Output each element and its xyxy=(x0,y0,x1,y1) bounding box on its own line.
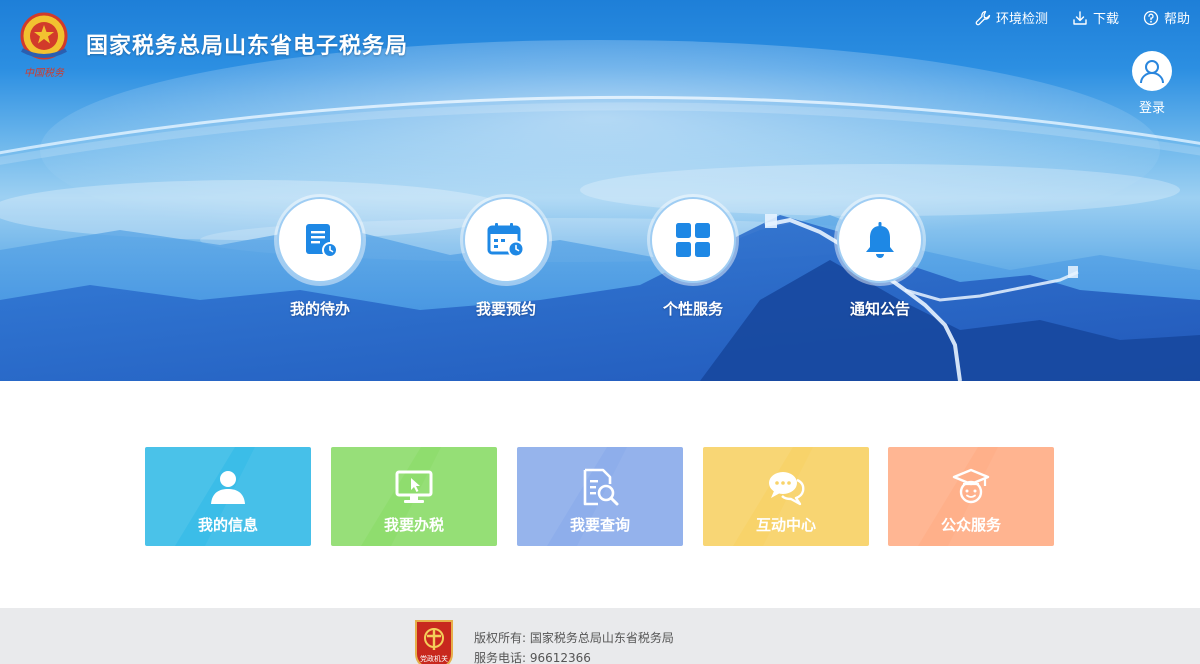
hero-nav-circle xyxy=(277,197,363,283)
help-label: 帮助 xyxy=(1163,12,1190,27)
calendar-clock-icon xyxy=(487,223,525,258)
help-icon xyxy=(1143,10,1159,25)
graduate-icon xyxy=(952,468,990,504)
login-button[interactable]: 登录 xyxy=(1131,51,1173,116)
card-label: 公众服务 xyxy=(940,516,1001,534)
document-search-icon xyxy=(583,468,619,506)
user-icon xyxy=(211,471,245,504)
bell-icon xyxy=(866,222,894,258)
hero-banner: 中国税务 国家税务总局山东省电子税务局 环境检测 下载 帮助 登录 我的待办 我… xyxy=(0,0,1200,381)
site-title: 国家税务总局山东省电子税务局 xyxy=(86,34,409,59)
card-label: 我要查询 xyxy=(569,516,630,534)
badge-text: 党政机关 xyxy=(420,654,448,663)
card-public-service[interactable]: 公众服务 xyxy=(888,447,1054,546)
hero-nav-label: 我要预约 xyxy=(475,300,536,318)
hero-nav-circle xyxy=(463,197,549,283)
todo-list-icon xyxy=(306,224,338,258)
card-my-info[interactable]: 我的信息 xyxy=(145,447,311,546)
card-label: 我要办税 xyxy=(383,516,444,534)
party-gov-badge[interactable]: 党政机关 xyxy=(413,618,455,664)
env-check-link[interactable]: 环境检测 xyxy=(975,8,1048,27)
footer-info: 版权所有: 国家税务总局山东省税务局 服务电话: 96612366 xyxy=(474,628,674,664)
hero-nav-appointment[interactable]: 我要预约 xyxy=(436,197,576,319)
copyright-text: 版权所有: 国家税务总局山东省税务局 xyxy=(474,631,674,645)
chat-bubbles-icon xyxy=(769,472,805,506)
hero-nav-label: 我的待办 xyxy=(289,300,350,318)
download-link[interactable]: 下载 xyxy=(1072,8,1119,27)
card-label: 我的信息 xyxy=(197,516,258,534)
grid-icon xyxy=(676,223,710,257)
logo-text: 中国税务 xyxy=(24,67,65,79)
download-label: 下载 xyxy=(1092,12,1119,27)
card-label: 互动中心 xyxy=(755,516,816,534)
hero-nav-label: 通知公告 xyxy=(849,300,910,318)
help-link[interactable]: 帮助 xyxy=(1143,8,1190,27)
avatar xyxy=(1132,51,1172,91)
hero-nav-notice[interactable]: 通知公告 xyxy=(810,197,950,319)
tax-emblem-logo: 中国税务 xyxy=(20,12,68,79)
hero-nav-personal-service[interactable]: 个性服务 xyxy=(623,197,763,319)
env-check-label: 环境检测 xyxy=(995,12,1048,27)
top-links: 环境检测 下载 帮助 xyxy=(975,8,1190,27)
service-phone: 服务电话: 96612366 xyxy=(474,651,591,664)
hero-nav-circle xyxy=(837,197,923,283)
user-avatar-icon xyxy=(1140,60,1164,84)
card-interaction-center[interactable]: 互动中心 xyxy=(703,447,869,546)
card-tax-filing[interactable]: 我要办税 xyxy=(331,447,497,546)
download-icon xyxy=(1073,10,1087,25)
hero-nav-todo[interactable]: 我的待办 xyxy=(250,197,390,319)
wrench-icon xyxy=(975,10,991,25)
hero-nav-circle xyxy=(650,197,736,283)
footer: 党政机关 版权所有: 国家税务总局山东省税务局 服务电话: 96612366 xyxy=(0,608,1200,664)
hero-nav-label: 个性服务 xyxy=(662,300,723,318)
monitor-cursor-icon xyxy=(395,470,433,503)
card-query[interactable]: 我要查询 xyxy=(517,447,683,546)
login-label: 登录 xyxy=(1138,101,1165,116)
